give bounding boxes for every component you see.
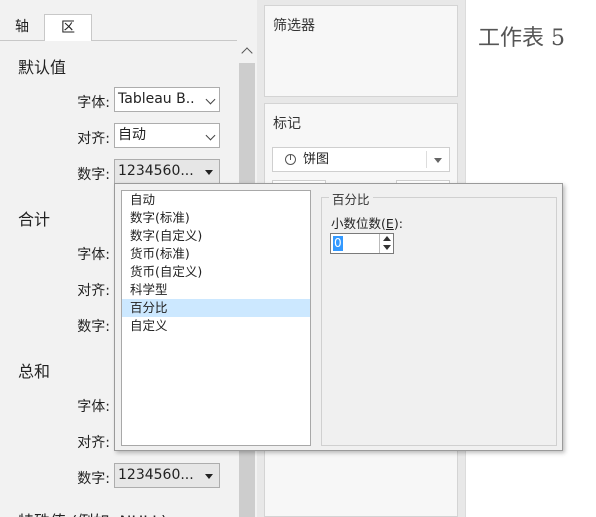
marks-title: 标记 bbox=[273, 116, 301, 132]
scroll-up-arrow-icon[interactable] bbox=[241, 47, 253, 59]
grand-totals-font-label: 字体: bbox=[77, 399, 110, 415]
number-format-list[interactable]: 自动 数字(标准) 数字(自定义) 货币(标准) 货币(自定义) 科学型 百分比… bbox=[121, 190, 311, 446]
chevron-down-icon bbox=[205, 94, 216, 105]
default-font-label: 字体: bbox=[77, 95, 110, 111]
default-align-dropdown[interactable]: 自动 bbox=[114, 123, 220, 148]
dropdown-separator bbox=[426, 151, 427, 168]
list-item-currency-custom[interactable]: 货币(自定义) bbox=[122, 263, 310, 281]
decimal-hotkey: E bbox=[385, 216, 394, 231]
stepper-up-icon[interactable] bbox=[383, 236, 391, 241]
section-totals-title: 合计 bbox=[18, 210, 51, 229]
decimal-places-label: 小数位数(E): bbox=[331, 216, 403, 231]
grand-totals-number-label: 数字: bbox=[77, 471, 110, 487]
decimal-places-text: 小数位数 bbox=[331, 216, 382, 231]
default-font-value: Tableau B.. bbox=[118, 91, 195, 107]
totals-align-label: 对齐: bbox=[77, 283, 110, 299]
totals-font-label: 字体: bbox=[77, 247, 110, 263]
filters-card[interactable]: 筛选器 bbox=[264, 5, 458, 97]
section-grand-totals-title: 总和 bbox=[18, 362, 51, 381]
default-number-dropdown[interactable]: 1234560... bbox=[114, 159, 220, 184]
sheet-title: 工作表 5 bbox=[478, 26, 565, 51]
list-item-number-standard[interactable]: 数字(标准) bbox=[122, 209, 310, 227]
caret-down-icon bbox=[434, 158, 442, 163]
default-number-value: 1234560... bbox=[118, 163, 194, 179]
tab-pane[interactable]: 区 bbox=[44, 14, 92, 41]
decimal-places-value[interactable]: 0 bbox=[333, 236, 343, 251]
percentage-group-title: 百分比 bbox=[329, 189, 373, 208]
list-item-custom[interactable]: 自定义 bbox=[122, 317, 310, 335]
grand-totals-number-value: 1234560... bbox=[118, 467, 194, 483]
mark-type-value: 饼图 bbox=[303, 152, 330, 167]
default-font-dropdown[interactable]: Tableau B.. bbox=[114, 87, 220, 112]
list-item-scientific[interactable]: 科学型 bbox=[122, 281, 310, 299]
totals-number-label: 数字: bbox=[77, 319, 110, 335]
section-default-title: 默认值 bbox=[18, 58, 67, 77]
section-special-values-title: 特殊值 (例如, NULL) bbox=[18, 508, 167, 517]
tab-underline bbox=[92, 40, 237, 41]
mark-type-dropdown[interactable]: 饼图 bbox=[272, 147, 450, 172]
default-number-label: 数字: bbox=[77, 167, 110, 183]
default-align-value: 自动 bbox=[118, 127, 146, 143]
chevron-down-icon bbox=[205, 130, 216, 141]
caret-down-icon bbox=[205, 170, 213, 175]
stepper-down-icon[interactable] bbox=[383, 245, 391, 250]
format-tabs: 轴 区 bbox=[0, 14, 257, 41]
decimal-places-stepper[interactable]: 0 bbox=[330, 233, 394, 254]
pie-chart-icon bbox=[285, 154, 296, 165]
filters-title: 筛选器 bbox=[273, 18, 315, 34]
grand-totals-number-dropdown[interactable]: 1234560... bbox=[114, 463, 220, 488]
list-item-currency-standard[interactable]: 货币(标准) bbox=[122, 245, 310, 263]
stepper-buttons bbox=[379, 234, 393, 253]
list-item-auto[interactable]: 自动 bbox=[122, 191, 310, 209]
tab-axis[interactable]: 轴 bbox=[0, 14, 44, 41]
grand-totals-align-label: 对齐: bbox=[77, 435, 110, 451]
list-item-percentage[interactable]: 百分比 bbox=[122, 299, 310, 317]
default-align-label: 对齐: bbox=[77, 131, 110, 147]
caret-down-icon bbox=[205, 474, 213, 479]
number-format-popup: 自动 数字(标准) 数字(自定义) 货币(标准) 货币(自定义) 科学型 百分比… bbox=[114, 183, 563, 451]
list-item-number-custom[interactable]: 数字(自定义) bbox=[122, 227, 310, 245]
